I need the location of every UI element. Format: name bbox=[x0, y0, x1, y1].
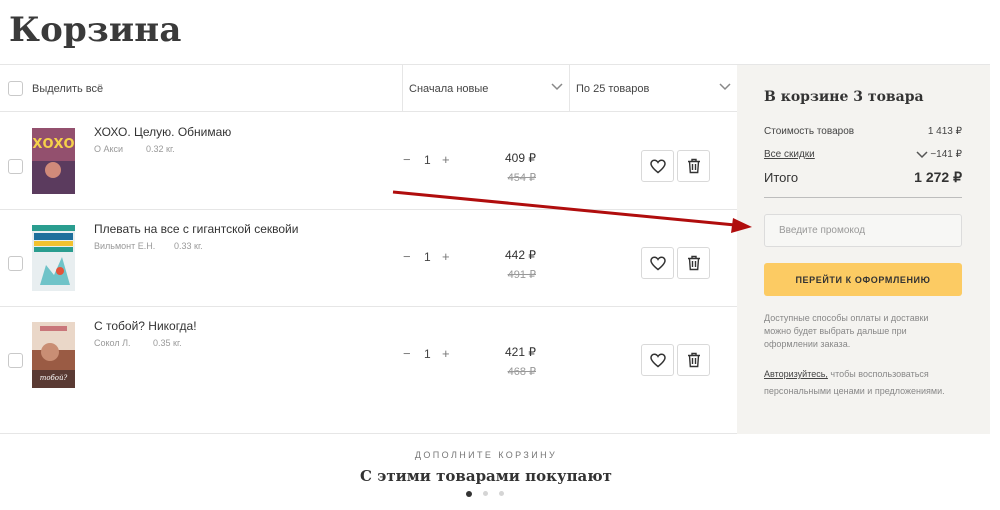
quantity-stepper: − 1 + bbox=[403, 249, 451, 264]
payment-note: Доступные способы оплаты и доставки можн… bbox=[764, 313, 929, 349]
summary-divider bbox=[764, 197, 962, 198]
order-summary: В корзине 3 товара Стоимость товаров 1 4… bbox=[737, 64, 990, 434]
total-label: Итого bbox=[764, 170, 799, 185]
select-all-label[interactable]: Выделить всё bbox=[32, 83, 103, 95]
quantity-value: 1 bbox=[424, 250, 431, 264]
quantity-stepper: − 1 + bbox=[403, 346, 451, 361]
item-weight: 0.33 кг. bbox=[174, 241, 203, 251]
quantity-value: 1 bbox=[424, 153, 431, 167]
quantity-minus-button[interactable]: − bbox=[403, 152, 411, 167]
chevron-down-icon bbox=[551, 83, 563, 91]
quantity-plus-button[interactable]: + bbox=[442, 346, 450, 361]
item-weight: 0.35 кг. bbox=[153, 338, 182, 348]
item-checkbox[interactable] bbox=[8, 256, 23, 271]
goods-cost-label: Стоимость товаров bbox=[764, 126, 855, 137]
cart-toolbar: Выделить всё Сначала новые По 25 товаров bbox=[0, 65, 737, 112]
heart-icon bbox=[649, 352, 666, 367]
chevron-down-icon[interactable] bbox=[916, 150, 928, 160]
summary-title: В корзине 3 товара bbox=[764, 89, 924, 105]
cart-item: тобой? С тобой? Никогда! Сокол Л. 0.35 к… bbox=[0, 307, 737, 404]
item-price: 409 ₽ bbox=[505, 151, 536, 165]
chevron-down-icon bbox=[719, 83, 731, 91]
item-old-price: 454 ₽ bbox=[507, 172, 536, 184]
checkout-button[interactable]: ПЕРЕЙТИ К ОФОРМЛЕНИЮ bbox=[764, 263, 962, 296]
cart-item: Плевать на все с гигантской секвойи Виль… bbox=[0, 210, 737, 307]
item-checkbox[interactable] bbox=[8, 353, 23, 368]
per-page-dropdown-label: По 25 товаров bbox=[576, 83, 650, 95]
delete-button[interactable] bbox=[677, 344, 710, 376]
book-cover-image[interactable]: тобой? bbox=[32, 322, 75, 388]
total-value: 1 272 ₽ bbox=[914, 169, 962, 185]
item-title[interactable]: Плевать на все с гигантской секвойи bbox=[94, 222, 298, 236]
delete-button[interactable] bbox=[677, 150, 710, 182]
carousel-dot[interactable] bbox=[483, 491, 488, 496]
heart-icon bbox=[649, 255, 666, 270]
trash-icon bbox=[687, 255, 700, 271]
promo-code-input[interactable] bbox=[764, 214, 962, 247]
item-author: О Акси bbox=[94, 144, 124, 154]
quantity-plus-button[interactable]: + bbox=[442, 249, 450, 264]
carousel-dot-active[interactable] bbox=[466, 490, 472, 497]
auth-link[interactable]: Авторизуйтесь, bbox=[764, 369, 828, 379]
sort-dropdown-label: Сначала новые bbox=[409, 83, 489, 95]
quantity-stepper: − 1 + bbox=[403, 152, 451, 167]
carousel-dot[interactable] bbox=[499, 491, 504, 496]
select-all-checkbox[interactable] bbox=[8, 81, 23, 96]
recommend-title: С этими товарами покупают bbox=[360, 467, 612, 485]
page-title: Корзина bbox=[9, 10, 182, 50]
item-price: 442 ₽ bbox=[505, 248, 536, 262]
quantity-minus-button[interactable]: − bbox=[403, 346, 411, 361]
book-cover-image[interactable] bbox=[32, 225, 75, 291]
cart-list: Выделить всё Сначала новые По 25 товаров… bbox=[0, 64, 737, 434]
sort-dropdown[interactable]: Сначала новые bbox=[402, 65, 569, 112]
book-cover-image[interactable]: ХОХО bbox=[32, 128, 75, 194]
item-author: Вильмонт Е.Н. bbox=[94, 241, 156, 251]
item-old-price: 491 ₽ bbox=[507, 269, 536, 281]
trash-icon bbox=[687, 352, 700, 368]
trash-icon bbox=[687, 158, 700, 174]
quantity-minus-button[interactable]: − bbox=[403, 249, 411, 264]
item-title[interactable]: С тобой? Никогда! bbox=[94, 319, 197, 333]
goods-cost-value: 1 413 ₽ bbox=[927, 126, 962, 137]
item-title[interactable]: ХОХО. Целую. Обнимаю bbox=[94, 125, 231, 139]
svg-text:ХОХО: ХОХО bbox=[32, 137, 74, 152]
svg-text:тобой?: тобой? bbox=[40, 374, 68, 382]
delete-button[interactable] bbox=[677, 247, 710, 279]
discounts-link[interactable]: Все скидки bbox=[764, 149, 815, 160]
heart-icon bbox=[649, 158, 666, 173]
item-checkbox[interactable] bbox=[8, 159, 23, 174]
item-price: 421 ₽ bbox=[505, 345, 536, 359]
per-page-dropdown[interactable]: По 25 товаров bbox=[569, 65, 737, 112]
discounts-value: −141 ₽ bbox=[930, 149, 962, 160]
item-author: Сокол Л. bbox=[94, 338, 131, 348]
quantity-plus-button[interactable]: + bbox=[442, 152, 450, 167]
item-weight: 0.32 кг. bbox=[146, 144, 175, 154]
auth-note: Авторизуйтесь, чтобы воспользоваться пер… bbox=[764, 366, 964, 400]
quantity-value: 1 bbox=[424, 347, 431, 361]
favorite-button[interactable] bbox=[641, 344, 674, 376]
favorite-button[interactable] bbox=[641, 150, 674, 182]
recommend-subtitle: ДОПОЛНИТЕ КОРЗИНУ bbox=[414, 450, 558, 460]
favorite-button[interactable] bbox=[641, 247, 674, 279]
item-old-price: 468 ₽ bbox=[507, 366, 536, 378]
cart-item: ХОХО ХОХО. Целую. Обнимаю О Акси 0.32 кг… bbox=[0, 113, 737, 210]
